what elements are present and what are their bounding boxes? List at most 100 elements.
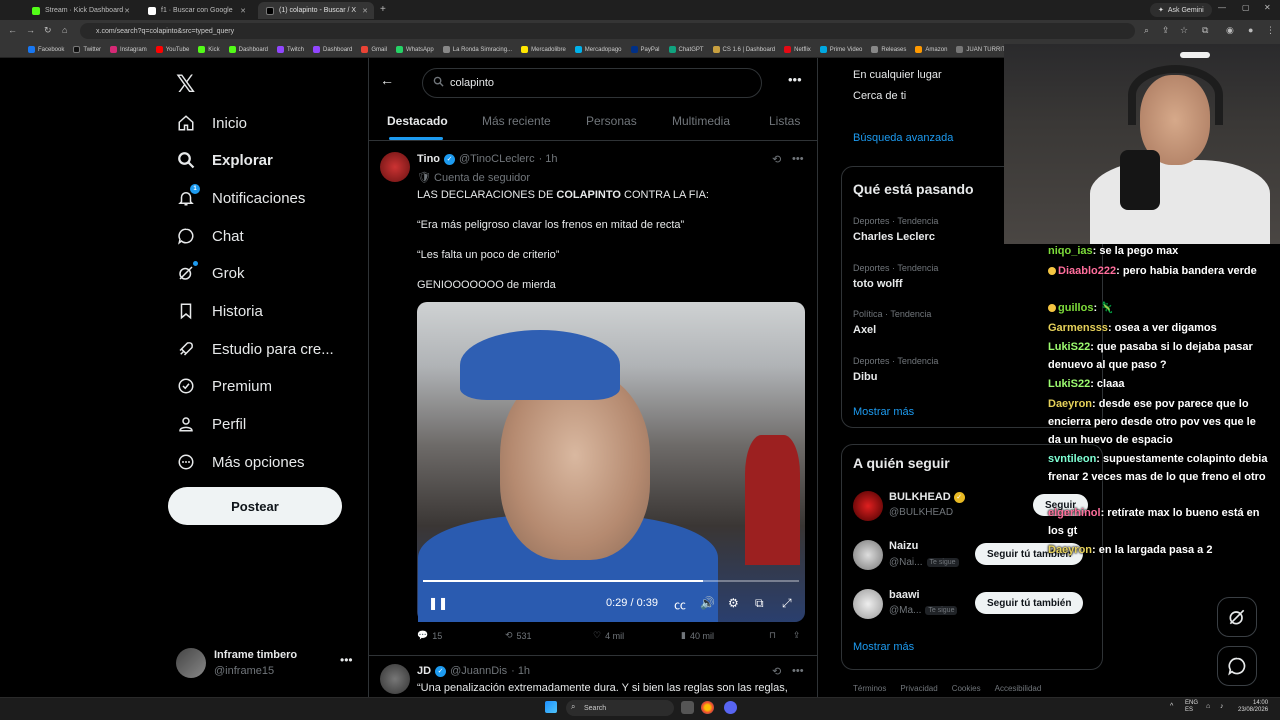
chrome-icon[interactable] xyxy=(701,701,714,714)
bookmark[interactable]: Dashboard xyxy=(313,46,352,53)
trend-item[interactable]: Charles Leclerc xyxy=(853,231,935,243)
browser-tab-kick[interactable]: Stream · Kick Dashboard ✕ xyxy=(24,2,136,19)
footer-link[interactable]: Términos xyxy=(853,684,886,693)
bookmark[interactable]: YouTube xyxy=(155,46,189,53)
bookmark[interactable]: Twitch xyxy=(277,46,304,53)
messages-fab-button[interactable] xyxy=(1217,646,1257,686)
tab-mas-reciente[interactable]: Más reciente xyxy=(482,114,551,128)
address-bar[interactable]: x.com/search?q=colapinto&src=typed_query xyxy=(80,23,1135,39)
back-icon[interactable]: ← xyxy=(8,25,17,35)
account-switcher[interactable]: Inframe timbero @inframe15 xyxy=(176,645,356,681)
close-icon[interactable]: ✕ xyxy=(240,7,246,15)
footer-link[interactable]: Cookies xyxy=(952,684,981,693)
taskbar-clock[interactable]: 14:00 23/08/2026 xyxy=(1238,700,1268,714)
tweet-author-handle[interactable]: @TinoCLeclerc xyxy=(459,153,535,165)
language-indicator[interactable]: ENG ES xyxy=(1185,700,1198,714)
back-arrow-icon[interactable]: ← xyxy=(380,72,394,88)
forward-icon[interactable]: → xyxy=(26,25,35,35)
task-view-icon[interactable] xyxy=(681,701,694,714)
share-icon[interactable]: ⇪ xyxy=(1162,25,1170,36)
bookmark[interactable]: Dashboard xyxy=(228,46,268,53)
nav-item-perfil[interactable]: Perfil xyxy=(176,409,246,439)
suggested-user-name[interactable]: baawi xyxy=(889,589,920,601)
tab-destacado[interactable]: Destacado xyxy=(387,114,448,128)
trend-item[interactable]: Axel xyxy=(853,324,876,336)
window-close-icon[interactable]: ✕ xyxy=(1264,3,1271,12)
tab-listas[interactable]: Listas xyxy=(769,114,800,128)
home-browser-icon[interactable]: ⌂ xyxy=(62,25,67,35)
post-button[interactable]: Postear xyxy=(168,487,342,525)
nav-item-premium[interactable]: Premium xyxy=(176,371,272,401)
more-icon[interactable]: ••• xyxy=(788,72,802,87)
profile-avatar-icon[interactable]: ● xyxy=(1248,25,1253,35)
suggested-user-name[interactable]: BULKHEAD ✓ xyxy=(889,491,965,503)
who-show-more-link[interactable]: Mostrar más xyxy=(853,641,914,653)
bookmark-button[interactable]: ⊓ xyxy=(769,630,776,641)
bookmark[interactable]: Netflix xyxy=(784,46,811,53)
bookmark[interactable]: La Ronda Simracing... xyxy=(442,46,512,53)
avatar[interactable] xyxy=(853,589,883,619)
taskbar-search[interactable]: Search xyxy=(566,700,674,716)
avatar[interactable] xyxy=(853,540,883,570)
reload-icon[interactable]: ↻ xyxy=(44,25,52,36)
bookmark[interactable]: JUAN TURRITO xyxy=(956,46,1010,53)
browser-tab-google[interactable]: f1 · Buscar con Google ✕ xyxy=(140,2,252,19)
volume-icon[interactable]: ♪ xyxy=(1220,703,1224,710)
discord-icon[interactable] xyxy=(724,701,737,714)
bookmark[interactable]: Mercadolibre xyxy=(521,46,566,53)
browser-menu-icon[interactable]: ⋮ xyxy=(1266,25,1275,36)
windows-start-icon[interactable] xyxy=(545,701,557,713)
minimize-icon[interactable]: — xyxy=(1218,3,1226,12)
avatar[interactable] xyxy=(380,664,410,694)
tweet-time[interactable]: · 1h xyxy=(511,665,530,677)
new-tab-icon[interactable]: + xyxy=(380,4,386,15)
bookmark[interactable]: Releases xyxy=(871,46,906,53)
bookmark[interactable]: Gmail xyxy=(361,46,387,53)
nav-item-explorar[interactable]: Explorar xyxy=(176,145,273,175)
grok-icon[interactable]: ⟲ xyxy=(772,665,781,678)
maximize-icon[interactable]: ▢ xyxy=(1242,3,1250,12)
profile-icon[interactable]: ◉ xyxy=(1226,25,1234,36)
trend-item[interactable]: toto wolff xyxy=(853,278,902,290)
like-button[interactable]: ♡ 4 mil xyxy=(593,630,624,641)
location-option-near[interactable]: Cerca de ti xyxy=(853,90,906,102)
bookmark[interactable]: Kick xyxy=(198,46,220,53)
bookmark[interactable]: Twitter xyxy=(73,46,101,53)
tab-personas[interactable]: Personas xyxy=(586,114,637,128)
trend-item[interactable]: Dibu xyxy=(853,371,877,383)
views-button[interactable]: ▮ 40 mil xyxy=(681,630,714,641)
nav-item-historia[interactable]: Historia xyxy=(176,296,263,326)
nav-item-notificaciones[interactable]: 1 Notificaciones xyxy=(176,183,305,213)
tray-chevron-icon[interactable]: ^ xyxy=(1170,703,1173,710)
settings-gear-icon[interactable]: ⚙ xyxy=(728,596,739,610)
suggested-user-name[interactable]: Naizu xyxy=(889,540,918,552)
close-icon[interactable]: ✕ xyxy=(124,7,130,15)
bookmark[interactable]: Instagram xyxy=(110,46,147,53)
pause-icon[interactable]: ❚❚ xyxy=(428,596,448,610)
tweet-author-name[interactable]: Tino xyxy=(417,153,440,165)
bookmark[interactable]: Prime Video xyxy=(819,46,862,53)
x-logo-icon[interactable]: 𝕏 xyxy=(176,70,195,99)
network-icon[interactable]: ⌂ xyxy=(1206,703,1210,710)
footer-link[interactable]: Privacidad xyxy=(900,684,937,693)
fullscreen-icon[interactable]: ⤢ xyxy=(782,596,792,611)
bookmark[interactable]: Facebook xyxy=(28,46,64,53)
more-icon[interactable]: ••• xyxy=(792,665,804,677)
tweet-time[interactable]: · 1h xyxy=(539,153,558,165)
advanced-search-link[interactable]: Búsqueda avanzada xyxy=(853,132,953,144)
repost-button[interactable]: ⟲ 531 xyxy=(505,630,532,641)
pip-icon[interactable]: ⧉ xyxy=(755,596,764,611)
more-icon[interactable]: ••• xyxy=(792,153,804,165)
tweet-author-name[interactable]: JD xyxy=(417,665,431,677)
avatar[interactable] xyxy=(853,491,883,521)
nav-item-inicio[interactable]: Inicio xyxy=(176,108,247,138)
location-option-any[interactable]: En cualquier lugar xyxy=(853,69,942,81)
bookmark[interactable]: WhatsApp xyxy=(396,46,434,53)
tweet-author-handle[interactable]: @JuannDis xyxy=(450,665,507,677)
grok-fab-button[interactable] xyxy=(1217,597,1257,637)
search-box[interactable] xyxy=(422,68,762,98)
footer-link[interactable]: Accesibilidad xyxy=(995,684,1042,693)
zoom-icon[interactable]: ⌕ xyxy=(1144,25,1149,36)
bookmark[interactable]: Mercadopago xyxy=(574,46,622,53)
bookmark[interactable]: ChatGPT xyxy=(668,46,704,53)
